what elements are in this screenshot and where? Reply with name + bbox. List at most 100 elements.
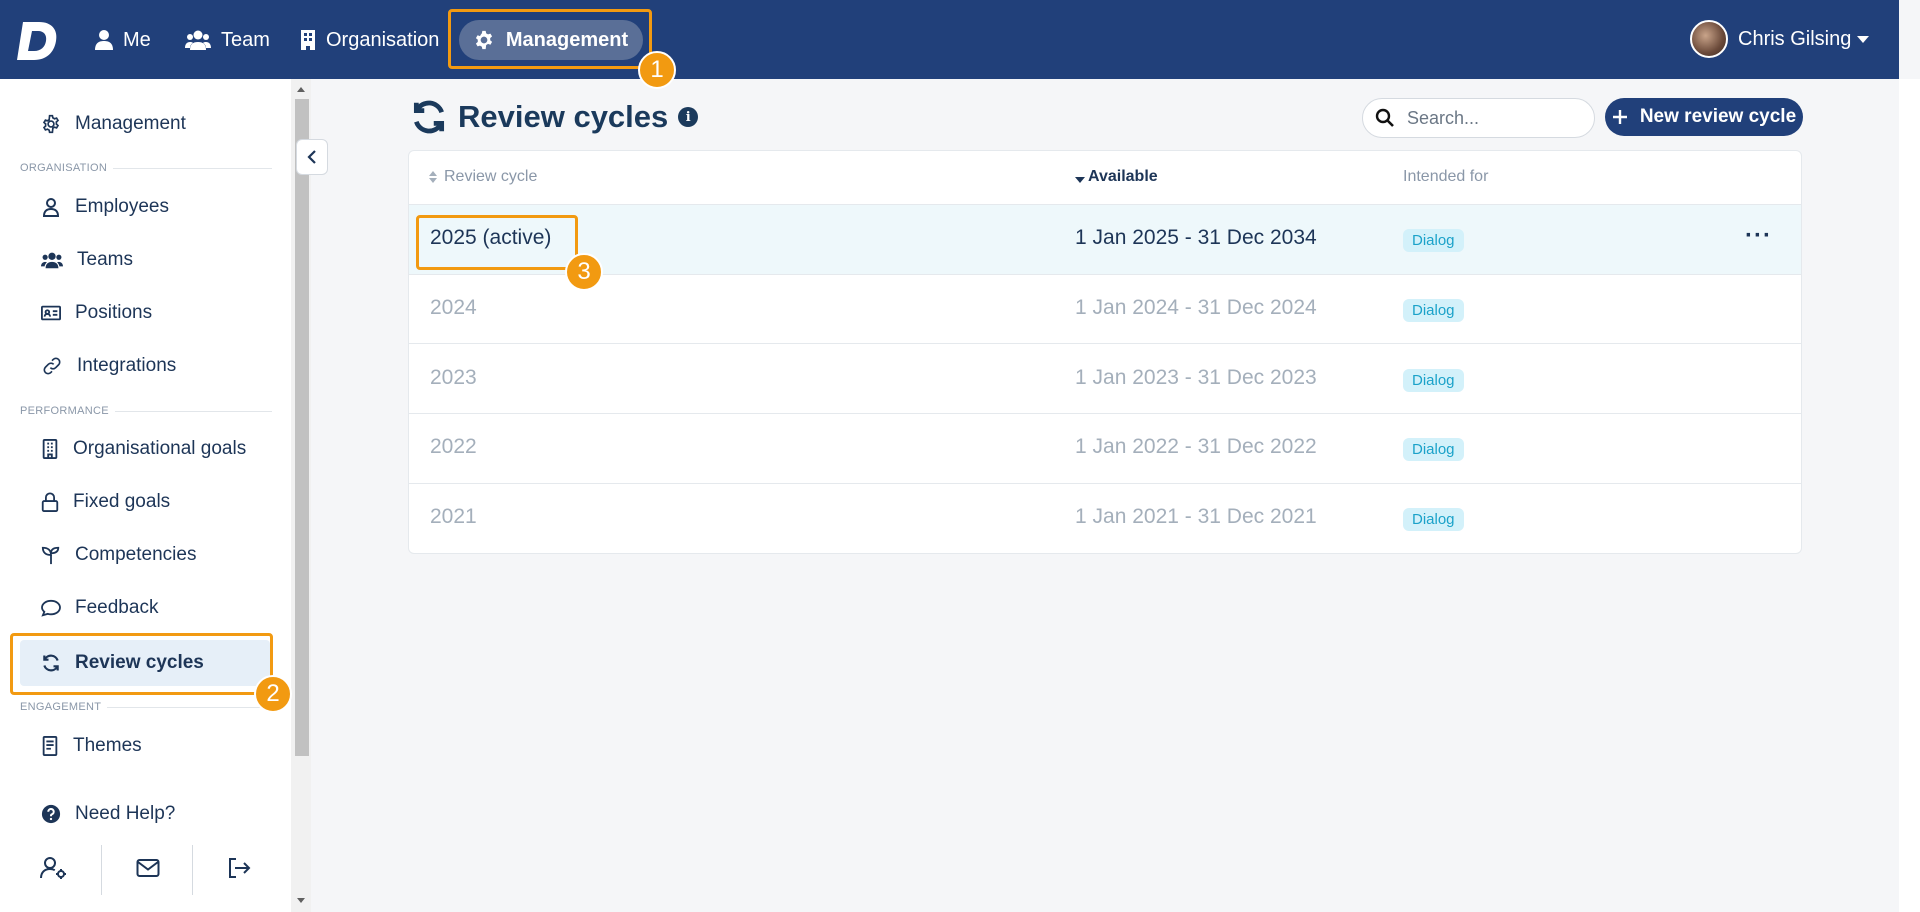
nav-team[interactable]: Team	[185, 20, 270, 60]
gear-icon	[42, 114, 60, 134]
sidebar-item-themes[interactable]: Themes	[20, 723, 270, 769]
annotation-number-2: 2	[254, 675, 292, 713]
book-icon	[42, 736, 58, 756]
info-icon[interactable]: i	[678, 107, 699, 127]
annotation-number-3: 3	[565, 253, 603, 291]
sidebar-item-label: Feedback	[75, 597, 159, 618]
envelope-icon	[136, 859, 159, 877]
messages-button[interactable]	[102, 845, 193, 891]
user-name: Chris Gilsing	[1738, 27, 1852, 50]
plus-icon	[1612, 110, 1627, 124]
nav-me[interactable]: Me	[95, 20, 151, 60]
section-title: ORGANISATION	[20, 162, 108, 174]
annotation-highlight-2	[10, 633, 273, 695]
top-navigation-bar: Me Team Organisation Management Chris Gi…	[0, 0, 1899, 79]
app-logo-icon[interactable]	[17, 18, 61, 62]
building-icon	[42, 439, 58, 459]
help-label: Need Help?	[75, 803, 176, 824]
search-icon	[1375, 108, 1394, 127]
available-range: 1 Jan 2025 - 31 Dec 2034	[1075, 226, 1317, 249]
column-header-available[interactable]: Available	[1074, 168, 1158, 186]
intended-for-badge: Dialog	[1403, 508, 1464, 531]
page-title: Review cycles i	[410, 98, 699, 136]
refresh-icon	[413, 100, 445, 134]
id-card-icon	[41, 305, 61, 321]
sidebar-scrollbar-thumb[interactable]	[295, 99, 309, 756]
available-range: 1 Jan 2021 - 31 Dec 2021	[1075, 505, 1317, 528]
sidebar-item-label: Teams	[77, 249, 133, 270]
sidebar-item-label: Themes	[73, 735, 142, 756]
scroll-down-arrow-icon[interactable]	[295, 896, 307, 906]
sidebar-item-label: Organisational goals	[73, 438, 247, 459]
available-range: 1 Jan 2023 - 31 Dec 2023	[1075, 366, 1317, 389]
sidebar-item-label: Positions	[75, 302, 153, 323]
intended-for-badge: Dialog	[1403, 229, 1464, 252]
intended-for-badge: Dialog	[1403, 438, 1464, 461]
section-engagement: ENGAGEMENT	[20, 701, 272, 713]
available-range: 1 Jan 2022 - 31 Dec 2022	[1075, 435, 1317, 458]
avatar	[1690, 20, 1728, 58]
users-icon	[41, 252, 63, 269]
column-header-label: Available	[1088, 168, 1158, 185]
nav-team-label: Team	[221, 28, 270, 51]
lock-icon	[41, 492, 59, 512]
intended-for-badge: Dialog	[1403, 369, 1464, 392]
user-icon	[95, 30, 113, 50]
scroll-up-arrow-icon[interactable]	[295, 84, 307, 94]
section-performance: PERFORMANCE	[20, 405, 272, 417]
nav-organisation[interactable]: Organisation	[300, 20, 439, 60]
collapse-sidebar-button[interactable]	[296, 139, 328, 175]
sidebar-item-label: Fixed goals	[73, 491, 171, 512]
help-link[interactable]: Need Help?	[20, 791, 270, 837]
annotation-highlight-1	[448, 9, 652, 69]
sidebar-item-label: Management	[75, 113, 186, 134]
review-cycle-name[interactable]: 2023	[430, 366, 477, 390]
sidebar-item-label: Employees	[75, 196, 169, 217]
search-field[interactable]	[1362, 98, 1595, 138]
user-settings-button[interactable]	[8, 845, 99, 891]
sidebar-item-competencies[interactable]: Competencies	[20, 532, 270, 578]
page-title-text: Review cycles	[458, 99, 669, 134]
building-icon	[301, 30, 315, 50]
sidebar-item-positions[interactable]: Positions	[20, 290, 270, 336]
section-title: PERFORMANCE	[20, 405, 109, 417]
review-cycle-name[interactable]: 2022	[430, 435, 477, 459]
user-icon	[42, 198, 60, 217]
sort-desc-icon	[1075, 177, 1085, 183]
logout-icon	[228, 858, 250, 878]
intended-for-badge: Dialog	[1403, 299, 1464, 322]
seedling-icon	[41, 546, 60, 565]
help-circle-icon	[41, 804, 61, 824]
main-scrollbar[interactable]	[1899, 79, 1920, 912]
column-header-review-cycle[interactable]: Review cycle	[428, 168, 537, 186]
users-icon	[185, 30, 211, 50]
review-cycle-name[interactable]: 2024	[430, 296, 477, 320]
sidebar-item-feedback[interactable]: Feedback	[20, 585, 270, 631]
new-review-cycle-button[interactable]: New review cycle	[1605, 98, 1803, 136]
column-header-intended-for: Intended for	[1403, 168, 1488, 186]
logout-button[interactable]	[193, 845, 284, 891]
user-menu[interactable]: Chris Gilsing	[1690, 18, 1870, 60]
section-title: ENGAGEMENT	[20, 701, 102, 713]
sidebar-item-fixed-goals[interactable]: Fixed goals	[20, 479, 270, 525]
chevron-left-icon	[307, 150, 316, 164]
user-gear-icon	[39, 857, 66, 879]
search-input[interactable]	[1407, 107, 1567, 129]
row-more-options-icon[interactable]: ···	[1745, 222, 1772, 250]
sidebar-item-management[interactable]: Management	[20, 101, 270, 147]
sort-icon	[429, 171, 437, 183]
sidebar-item-organisational-goals[interactable]: Organisational goals	[20, 426, 270, 472]
sidebar-item-label: Integrations	[77, 355, 177, 376]
sidebar-item-integrations[interactable]: Integrations	[20, 343, 270, 389]
chevron-down-icon	[1857, 35, 1870, 43]
annotation-number-1: 1	[638, 51, 676, 89]
annotation-highlight-3	[416, 215, 578, 270]
sidebar-item-employees[interactable]: Employees	[20, 184, 270, 230]
review-cycle-name[interactable]: 2021	[430, 505, 477, 529]
section-organisation: ORGANISATION	[20, 162, 272, 174]
column-header-label: Intended for	[1403, 168, 1489, 185]
sidebar-item-teams[interactable]: Teams	[20, 237, 270, 283]
chat-bubble-icon	[41, 599, 61, 617]
link-icon	[43, 357, 61, 375]
nav-organisation-label: Organisation	[326, 28, 440, 51]
